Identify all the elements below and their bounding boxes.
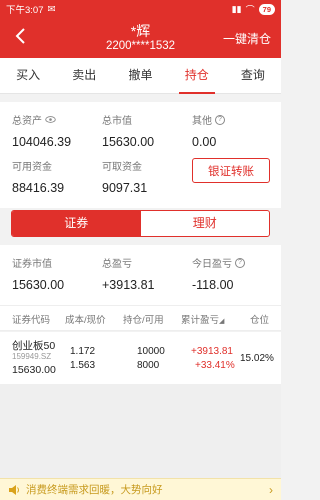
available-quantity: 8000 — [137, 360, 160, 371]
sec-value-cell: 证券市值 15630.00 — [12, 255, 64, 292]
table-row[interactable]: 创业板50 159949.SZ 15630.00 1.172 1.563 100… — [0, 332, 281, 384]
total-assets-value: 104046.39 — [12, 135, 72, 149]
market-value-cell: 总市值 15630.00 — [102, 112, 154, 149]
status-time: 下午3:07 — [6, 5, 44, 16]
position-pct: 15.02% — [240, 353, 274, 364]
asset-summary: 总资产 104046.39 总市值 15630.00 其他 ? 0.00 可用资… — [0, 102, 281, 208]
account-title: *辉 2200****1532 — [106, 23, 175, 54]
tab-cancel[interactable]: 撤单 — [112, 58, 168, 93]
today-pl-value: -118.00 — [192, 278, 234, 292]
speaker-icon — [9, 484, 19, 495]
news-banner[interactable]: 消费终端需求回暖，大势向好 › — [0, 478, 281, 500]
security-value: 15630.00 — [12, 364, 56, 376]
col-accum-pl[interactable]: 累计盈亏◢ — [181, 312, 224, 326]
question-icon[interactable]: ? — [215, 114, 225, 125]
cost-price: 1.172 — [70, 346, 96, 357]
market-value-value: 15630.00 — [102, 135, 155, 149]
chevron-left-icon — [15, 28, 25, 44]
tab-securities[interactable]: 证券 — [12, 211, 141, 236]
accum-pl: +3913.81 — [191, 346, 233, 357]
tab-buy[interactable]: 买入 — [0, 58, 56, 93]
holdings-summary: 证券市值 15630.00 总盈亏 +3913.81 今日盈亏 ? -118.0… — [0, 245, 281, 305]
table-header: 证券代码 成本/现价 持仓/可用 累计盈亏◢ 仓位 — [0, 305, 281, 331]
withdrawable-value: 9097.31 — [102, 181, 148, 195]
nav-bar: *辉 2200****1532 一键清仓 — [0, 18, 281, 58]
account-number: 2200****1532 — [105, 39, 176, 52]
trade-tabs: 买入 卖出 撤单 持仓 查询 — [0, 58, 281, 94]
available-label: 可用资金 — [12, 162, 52, 173]
col-position: 仓位 — [250, 315, 270, 326]
withdrawable-cell: 可取资金 9097.31 — [102, 158, 147, 195]
account-holder-name: *辉 — [130, 22, 151, 39]
col-code: 证券代码 — [12, 315, 51, 326]
total-assets-label: 总资产 — [12, 116, 42, 127]
col-hold-available: 持仓/可用 — [123, 315, 164, 326]
hold-quantity: 10000 — [137, 346, 165, 357]
empty-area — [0, 384, 281, 478]
sec-value-value: 15630.00 — [12, 278, 65, 292]
asset-type-switch: 证券 理财 — [11, 210, 270, 237]
withdrawable-label: 可取资金 — [102, 162, 142, 173]
tab-sell[interactable]: 卖出 — [56, 58, 112, 93]
other-cell: 其他 ? 0.00 — [192, 112, 225, 149]
total-pl-label: 总盈亏 — [102, 259, 132, 270]
clear-all-button[interactable]: 一键清仓 — [223, 30, 271, 47]
banner-text: 消费终端需求回暖，大势向好 — [26, 484, 163, 496]
accum-pl-pct: +33.41% — [195, 360, 235, 371]
battery-indicator: 79 — [258, 3, 275, 15]
current-price: 1.563 — [70, 360, 96, 371]
bank-transfer-button[interactable]: 银证转账 — [192, 158, 270, 183]
signal-icon: ▮▮ — [231, 3, 242, 14]
notification-icon: ✉ — [47, 3, 56, 15]
available-value: 88416.39 — [12, 181, 65, 195]
security-name: 创业板50 — [12, 340, 56, 352]
sec-value-label: 证券市值 — [12, 259, 52, 270]
today-pl-label: 今日盈亏 — [192, 259, 232, 270]
total-assets-cell: 总资产 104046.39 — [12, 112, 71, 149]
available-cell: 可用资金 88416.39 — [12, 158, 64, 195]
tab-holdings[interactable]: 持仓 — [169, 58, 225, 94]
total-pl-cell: 总盈亏 +3913.81 — [102, 255, 154, 292]
sort-icon: ◢ — [219, 318, 225, 325]
market-value-label: 总市值 — [102, 116, 132, 127]
other-value: 0.00 — [192, 135, 217, 149]
question-icon[interactable]: ? — [235, 257, 245, 268]
col-accum-pl-label: 累计盈亏 — [181, 315, 220, 326]
security-code: 159949.SZ — [12, 352, 52, 361]
total-pl-value: +3913.81 — [102, 278, 155, 292]
tab-query[interactable]: 查询 — [225, 58, 281, 93]
back-button[interactable] — [8, 24, 32, 48]
eye-icon[interactable] — [45, 116, 56, 123]
other-label: 其他 — [192, 116, 212, 127]
col-cost-price: 成本/现价 — [65, 315, 106, 326]
chevron-right-icon: › — [269, 482, 273, 497]
tab-wealth-management[interactable]: 理财 — [141, 211, 270, 236]
today-pl-cell: 今日盈亏 ? -118.00 — [192, 255, 245, 292]
status-bar: 下午3:07 ✉ ▮▮ ⌒ 79 — [0, 0, 281, 18]
wifi-icon: ⌒ — [245, 4, 255, 15]
app-header: 下午3:07 ✉ ▮▮ ⌒ 79 *辉 2200****1532 一键清仓 — [0, 0, 281, 58]
